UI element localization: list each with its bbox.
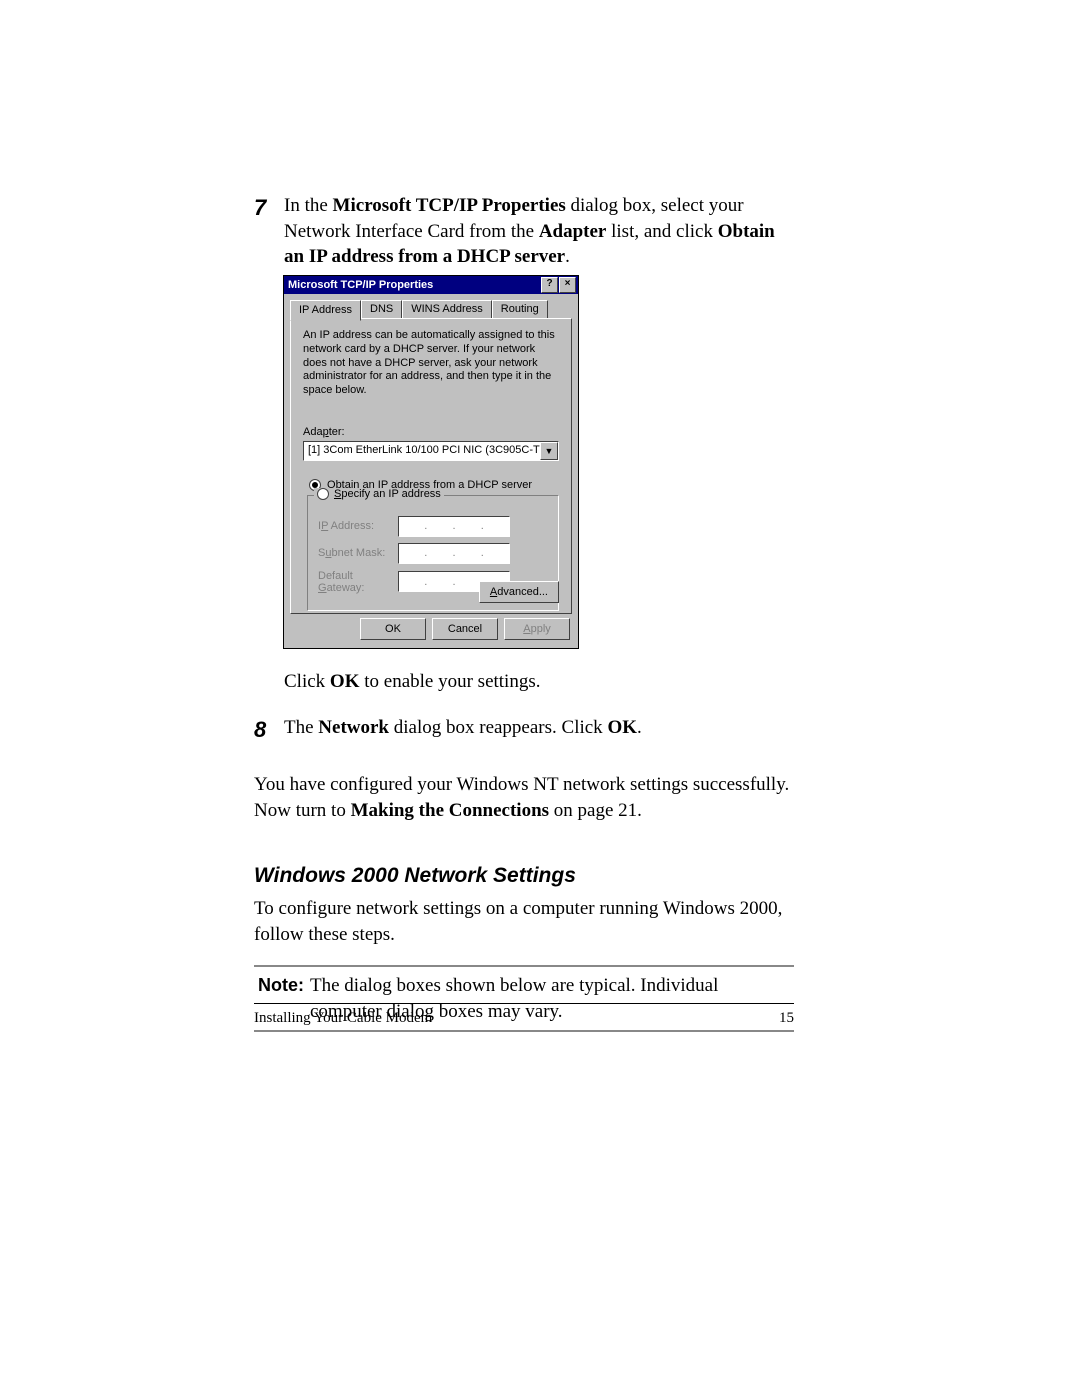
step7-text: In the Microsoft TCP/IP Properties dialo… (284, 195, 775, 267)
tcpip-properties-dialog: Microsoft TCP/IP Properties ? × IP Addre… (283, 275, 579, 649)
page-content: 7 In the Microsoft TCP/IP Properties dia… (254, 193, 794, 278)
click-ok-line: Click OK to enable your settings. (254, 669, 794, 695)
dialog-tabs: IP AddressDNSWINS AddressRouting (290, 298, 572, 318)
conclusion-paragraph: You have configured your Windows NT netw… (254, 772, 794, 823)
step-number-8: 8 (254, 715, 266, 745)
dialog-titlebar[interactable]: Microsoft TCP/IP Properties ? × (284, 276, 578, 294)
footer-page-number: 15 (779, 1010, 794, 1027)
apply-button[interactable]: Apply (504, 618, 570, 640)
subnet-mask-label: Subnet Mask: (318, 547, 398, 559)
help-button[interactable]: ? (541, 277, 558, 293)
advanced-button[interactable]: Advanced... (479, 581, 559, 603)
tab-panel-ip-address: An IP address can be automatically assig… (290, 318, 572, 614)
cancel-button[interactable]: Cancel (432, 618, 498, 640)
subnet-mask-input[interactable]: ... (398, 543, 510, 564)
default-gateway-label: Default Gateway: (318, 570, 398, 594)
tab-routing[interactable]: Routing (492, 300, 548, 318)
adapter-value: [1] 3Com EtherLink 10/100 PCI NIC (3C905… (304, 442, 540, 460)
ip-address-label: IP Address: (318, 520, 398, 532)
step-8: 8 The Network dialog box reappears. Clic… (254, 715, 794, 741)
step-number-7: 7 (254, 193, 266, 223)
dropdown-arrow-icon[interactable]: ▼ (540, 442, 558, 460)
dialog-button-row: OK Cancel Apply (360, 618, 570, 640)
tab-ip-address[interactable]: IP Address (290, 300, 361, 321)
dialog-title: Microsoft TCP/IP Properties (288, 279, 540, 291)
radio-empty-icon (317, 488, 329, 500)
footer-title: Installing Your Cable Modem (254, 1010, 432, 1027)
tab-wins-address[interactable]: WINS Address (402, 300, 492, 318)
adapter-label: Adapter: (303, 426, 559, 438)
ip-address-row: IP Address: ... (318, 516, 548, 537)
section-heading: Windows 2000 Network Settings (254, 862, 794, 890)
ok-button[interactable]: OK (360, 618, 426, 640)
dialog-help-text: An IP address can be automatically assig… (303, 329, 559, 398)
radio-specify-ip[interactable]: Specify an IP address (314, 488, 444, 500)
ip-address-input[interactable]: ... (398, 516, 510, 537)
subnet-mask-row: Subnet Mask: ... (318, 543, 548, 564)
step8-text: The Network dialog box reappears. Click … (284, 717, 642, 738)
step-7: 7 In the Microsoft TCP/IP Properties dia… (254, 193, 794, 270)
lower-content: Click OK to enable your settings. 8 The … (254, 669, 794, 1032)
section-body: To configure network settings on a compu… (254, 896, 794, 947)
close-button[interactable]: × (559, 277, 576, 293)
page-footer: Installing Your Cable Modem 15 (254, 1003, 794, 1027)
tab-dns[interactable]: DNS (361, 300, 402, 318)
adapter-combobox[interactable]: [1] 3Com EtherLink 10/100 PCI NIC (3C905… (303, 441, 559, 461)
